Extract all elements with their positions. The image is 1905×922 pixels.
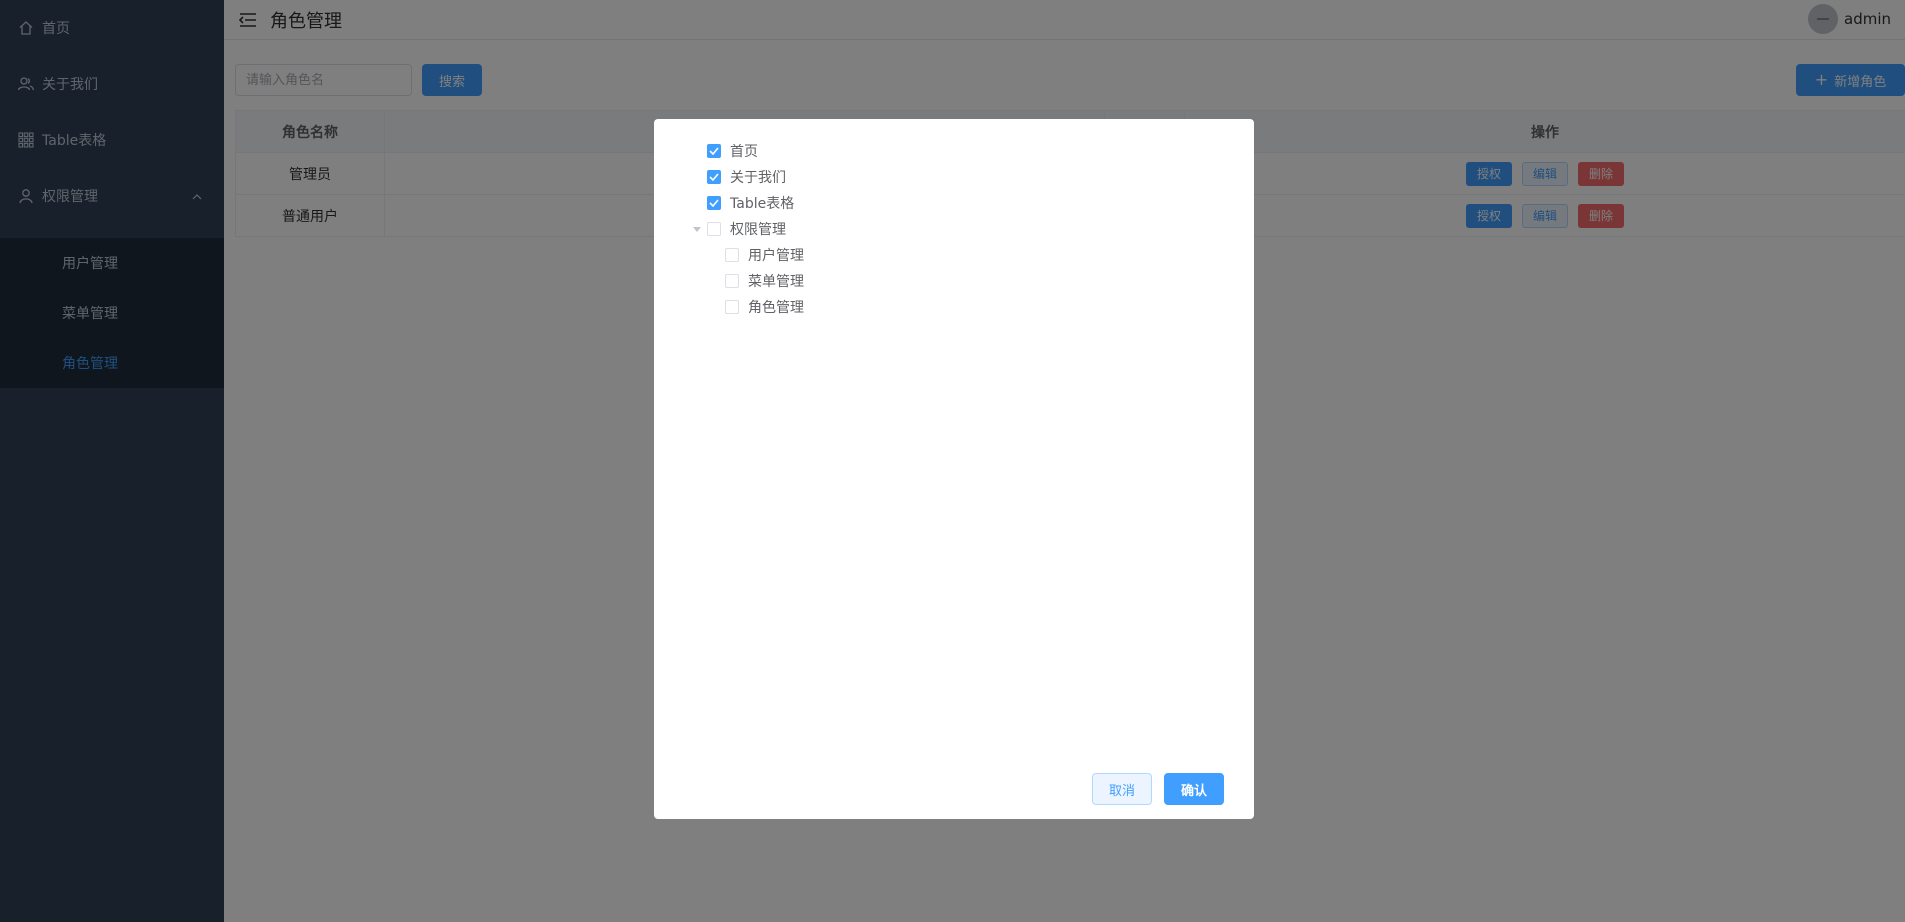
- cancel-label: 取消: [1108, 783, 1135, 799]
- tree-node-home[interactable]: 首页: [707, 140, 758, 162]
- tree-node-user-management[interactable]: 用户管理: [725, 244, 804, 266]
- confirm-label: 确认: [1180, 783, 1207, 799]
- confirm-button[interactable]: 确认: [1164, 773, 1224, 805]
- checkbox[interactable]: [725, 300, 739, 314]
- tree-node-label: 首页: [730, 144, 758, 160]
- checkbox[interactable]: [707, 222, 721, 236]
- authorize-dialog: 首页 关于我们 Table表格 权限管理 用户管理 菜单管理 角色管理 取消 确…: [654, 119, 1254, 819]
- tree-node-role-management[interactable]: 角色管理: [725, 296, 804, 318]
- cancel-button[interactable]: 取消: [1092, 773, 1152, 805]
- checkbox[interactable]: [725, 274, 739, 288]
- tree-node-label: 权限管理: [730, 222, 786, 238]
- tree-node-label: 角色管理: [748, 300, 804, 316]
- tree-node-label: Table表格: [730, 196, 795, 212]
- tree-node-table[interactable]: Table表格: [707, 192, 794, 214]
- tree-node-label: 菜单管理: [748, 274, 804, 290]
- tree-node-permissions[interactable]: 权限管理: [707, 218, 786, 240]
- tree-node-label: 关于我们: [730, 170, 786, 186]
- tree-node-menu-management[interactable]: 菜单管理: [725, 270, 804, 292]
- checkbox-checked[interactable]: [707, 170, 721, 184]
- checkbox[interactable]: [725, 248, 739, 262]
- tree-node-label: 用户管理: [748, 248, 804, 264]
- checkbox-checked[interactable]: [707, 196, 721, 210]
- caret-down-icon[interactable]: [692, 225, 702, 235]
- checkbox-checked[interactable]: [707, 144, 721, 158]
- tree-node-about[interactable]: 关于我们: [707, 166, 786, 188]
